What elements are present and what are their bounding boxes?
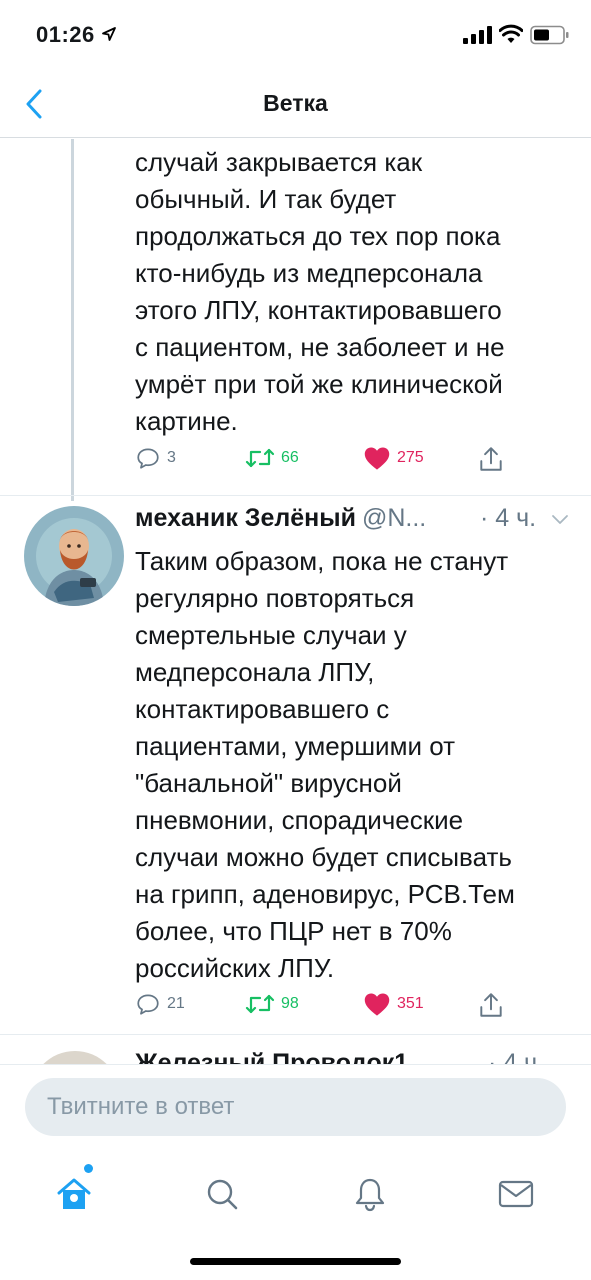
share-button[interactable] bbox=[478, 445, 504, 473]
like-count: 275 bbox=[397, 449, 424, 466]
tab-home[interactable] bbox=[44, 1164, 104, 1224]
like-count: 351 bbox=[397, 995, 424, 1012]
tweet-header: механик Зелёный @N... · 4 ч. bbox=[135, 504, 575, 540]
location-arrow-icon bbox=[102, 27, 116, 41]
author-name[interactable]: механик Зелёный bbox=[135, 504, 356, 532]
notification-dot bbox=[84, 1164, 93, 1173]
home-indicator bbox=[190, 1258, 401, 1265]
thread[interactable]: случай закрывается как обычный. И так бу… bbox=[0, 139, 591, 1064]
share-icon bbox=[480, 993, 502, 1017]
avatar[interactable] bbox=[30, 1051, 120, 1064]
bell-icon bbox=[355, 1178, 385, 1212]
cellular-signal-icon bbox=[463, 26, 492, 44]
reply-input[interactable] bbox=[25, 1078, 566, 1136]
avatar[interactable] bbox=[24, 506, 124, 606]
tweet-text: случай закрывается как обычный. И так бу… bbox=[135, 147, 505, 436]
heart-icon bbox=[364, 993, 390, 1016]
retweet-icon bbox=[245, 448, 275, 468]
tweet-divider bbox=[0, 1034, 591, 1035]
tab-search[interactable] bbox=[192, 1164, 252, 1224]
screen: 01:26 Ветка случай закрывается как обычн… bbox=[0, 0, 591, 1280]
share-button[interactable] bbox=[478, 991, 504, 1019]
tab-bar bbox=[0, 1150, 591, 1280]
tab-notifications[interactable] bbox=[340, 1164, 400, 1224]
wifi-icon bbox=[499, 24, 523, 43]
reply-bar bbox=[0, 1064, 591, 1150]
page-title: Ветка bbox=[263, 90, 328, 116]
status-time: 01:26 bbox=[36, 22, 95, 47]
reply-count: 3 bbox=[167, 449, 176, 466]
chevron-down-icon[interactable] bbox=[551, 512, 569, 526]
tweet-actions: 21 98 351 bbox=[135, 991, 515, 1031]
retweet-count: 98 bbox=[281, 995, 299, 1012]
retweet-button[interactable]: 98 bbox=[245, 991, 299, 1017]
like-button[interactable]: 351 bbox=[363, 991, 424, 1017]
reply-count: 21 bbox=[167, 995, 185, 1012]
reply-button[interactable]: 3 bbox=[135, 445, 176, 471]
tweet-actions: 3 66 275 bbox=[135, 445, 515, 485]
heart-icon bbox=[364, 447, 390, 470]
search-icon bbox=[207, 1179, 238, 1210]
reply-button[interactable]: 21 bbox=[135, 991, 185, 1017]
tweet-time: · 4 ч. bbox=[480, 504, 537, 532]
reply-icon bbox=[137, 994, 159, 1015]
retweet-button[interactable]: 66 bbox=[245, 445, 299, 471]
battery-icon bbox=[530, 25, 569, 45]
author-name[interactable]: Железный Проводок1 bbox=[135, 1049, 408, 1064]
avatar-image bbox=[24, 506, 124, 606]
nav-header: Ветка bbox=[0, 70, 591, 138]
reply-icon bbox=[137, 448, 159, 469]
tab-messages[interactable] bbox=[486, 1164, 546, 1224]
home-icon bbox=[57, 1178, 91, 1209]
mail-icon bbox=[498, 1180, 534, 1208]
tweet-text: Таким образом, пока не станут регулярно … bbox=[135, 546, 515, 983]
status-bar: 01:26 bbox=[0, 0, 591, 70]
thread-connector-line bbox=[71, 139, 74, 501]
tweet-divider bbox=[0, 495, 591, 496]
author-handle[interactable]: @N... bbox=[362, 504, 426, 532]
like-button[interactable]: 275 bbox=[363, 445, 424, 471]
retweet-count: 66 bbox=[281, 449, 299, 466]
tweet-time: · 4 ч. bbox=[488, 1049, 545, 1064]
retweet-icon bbox=[245, 994, 275, 1014]
share-icon bbox=[480, 447, 502, 471]
